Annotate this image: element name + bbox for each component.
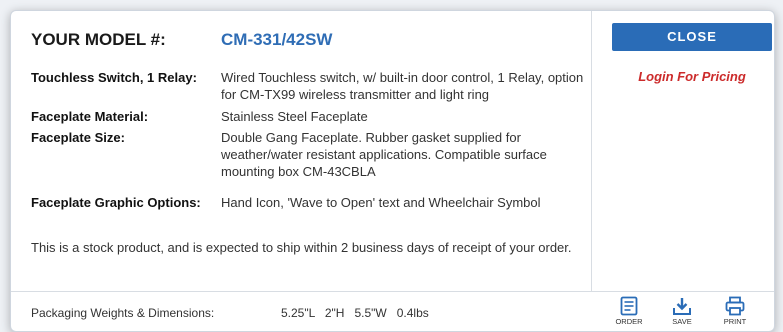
spec-value: Wired Touchless switch, w/ built-in door… <box>221 70 584 102</box>
save-label: SAVE <box>672 317 692 326</box>
model-label: YOUR MODEL #: <box>31 30 166 49</box>
packaging-value: 5.25"L 2"H 5.5"W 0.4lbs <box>281 306 429 320</box>
print-label: PRINT <box>723 317 747 326</box>
login-for-pricing-link[interactable]: Login For Pricing <box>612 69 772 84</box>
printer-icon <box>725 296 745 316</box>
download-icon <box>673 298 691 315</box>
spec-key: Touchless Switch, 1 Relay: <box>31 70 197 85</box>
order-form-icon <box>620 296 638 316</box>
order-button[interactable]: ORDER <box>609 296 649 330</box>
model-number: CM-331/42SW <box>221 30 333 49</box>
spec-value: Hand Icon, 'Wave to Open' text and Wheel… <box>221 195 541 210</box>
spec-value: Stainless Steel Faceplate <box>221 109 368 124</box>
packaging-label: Packaging Weights & Dimensions: <box>31 306 215 320</box>
packaging-footer: Packaging Weights & Dimensions: 5.25"L 2… <box>11 291 774 331</box>
order-label: ORDER <box>615 317 643 326</box>
spec-key: Faceplate Size: <box>31 130 125 145</box>
spec-key: Faceplate Graphic Options: <box>31 195 201 210</box>
close-button[interactable]: CLOSE <box>612 23 772 51</box>
spec-key: Faceplate Material: <box>31 109 149 124</box>
spec-value: Double Gang Faceplate. Rubber gasket sup… <box>221 130 547 179</box>
spec-panel: YOUR MODEL #: CM-331/42SW Touchless Swit… <box>11 11 591 291</box>
save-button[interactable]: SAVE <box>662 296 702 330</box>
action-sidebar: CLOSE Login For Pricing <box>591 11 774 291</box>
product-detail-card: YOUR MODEL #: CM-331/42SW Touchless Swit… <box>10 10 775 332</box>
print-button[interactable]: PRINT <box>715 296 755 330</box>
stock-note: This is a stock product, and is expected… <box>31 240 572 255</box>
